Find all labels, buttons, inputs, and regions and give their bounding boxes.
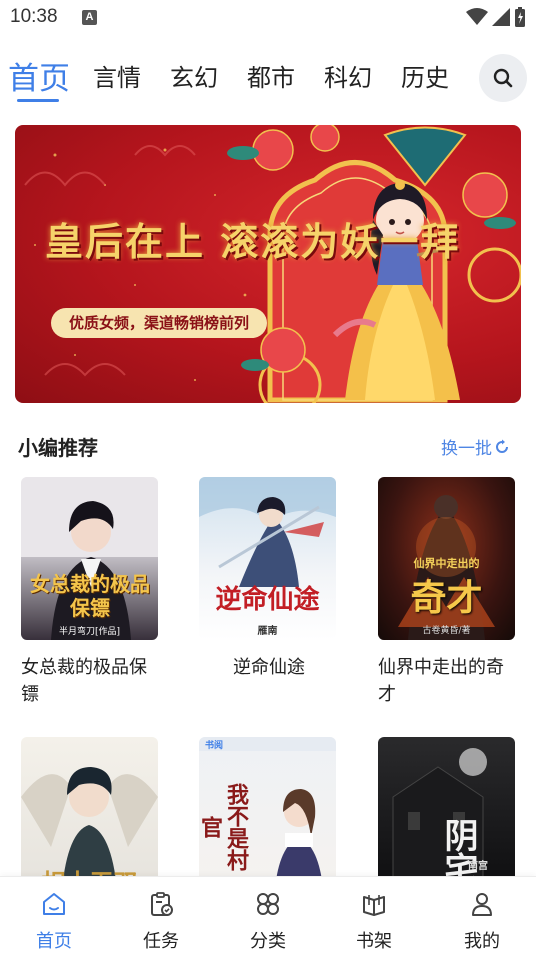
task-clipboard-icon: [151, 892, 173, 916]
status-time: 10:38: [10, 6, 58, 27]
tab-home[interactable]: 首页: [8, 53, 70, 98]
cover-author: 雁南: [257, 626, 278, 637]
cover-author: 古卷黄昏/著: [422, 626, 471, 636]
search-button[interactable]: [479, 54, 527, 102]
book-card[interactable]: 仙界中走出的 奇才 古卷黄昏/著 仙界中走出的奇才: [378, 477, 518, 708]
bookshelf-icon: [363, 895, 385, 916]
banner-subtitle: 优质女频，渠道畅销榜前列: [51, 308, 268, 338]
bottom-navigation: 首页 任务 分类 书架 我的: [0, 876, 536, 954]
book-title: 仙界中走出的奇才: [378, 657, 504, 705]
status-bar: 10:38 A: [0, 0, 536, 36]
book-cover: 逆命仙途 雁南: [199, 477, 336, 640]
home-icon: [43, 893, 65, 915]
status-icons: [466, 6, 526, 28]
active-tab-indicator: [17, 99, 59, 102]
section-title: 小编推荐: [18, 436, 98, 460]
book-cover: 仙界中走出的 奇才 古卷黄昏/著: [378, 477, 515, 640]
profile-icon: [472, 893, 492, 916]
tab-urban[interactable]: 都市: [247, 58, 295, 93]
book-card[interactable]: 逆命仙途 雁南 逆命仙途: [199, 477, 339, 681]
category-tabs: 首页 言情 玄幻 都市 科幻 历史: [0, 50, 536, 110]
category-grid-icon: [257, 893, 279, 915]
cover-title: 奇才: [410, 577, 483, 619]
nav-category[interactable]: 分类: [228, 877, 308, 954]
nav-tasks-label: 任务: [143, 931, 179, 952]
tab-history[interactable]: 历史: [401, 58, 449, 93]
nav-profile[interactable]: 我的: [442, 877, 522, 954]
tab-romance[interactable]: 言情: [93, 58, 141, 93]
cover-title: 我不是村官: [199, 783, 249, 871]
battery-icon: [515, 7, 525, 27]
search-icon: [493, 68, 513, 88]
wifi-icon: [466, 8, 488, 25]
tab-scifi[interactable]: 科幻: [324, 58, 372, 93]
book-title: 逆命仙途: [233, 657, 305, 678]
nav-tasks[interactable]: 任务: [121, 877, 201, 954]
nav-bookshelf[interactable]: 书架: [334, 877, 414, 954]
promo-banner[interactable]: 皇后在上 滚滚为妖一拜 优质女频，渠道畅销榜前列: [15, 125, 521, 403]
cover-title: 女总裁的极品保镖: [30, 572, 150, 620]
book-cover: 女总裁的极品保镖 半月弯刀[作品]: [21, 477, 158, 640]
refresh-button[interactable]: 换一批: [441, 434, 510, 459]
nav-bookshelf-label: 书架: [356, 931, 392, 952]
book-title: 女总裁的极品保镖: [21, 657, 147, 705]
book-card[interactable]: 女总裁的极品保镖 半月弯刀[作品] 女总裁的极品保镖: [21, 477, 161, 708]
cover-title: 逆命仙途: [215, 585, 320, 615]
notification-icon: A: [82, 10, 97, 25]
signal-icon: [492, 8, 510, 26]
nav-category-label: 分类: [250, 931, 286, 952]
nav-home-label: 首页: [36, 931, 72, 952]
nav-profile-label: 我的: [464, 931, 500, 952]
cover-badge: 书阅: [205, 741, 224, 751]
cover-author: 南宫: [468, 861, 488, 872]
refresh-icon: [496, 439, 508, 453]
cover-author: 半月弯刀[作品]: [58, 627, 121, 637]
tab-fantasy[interactable]: 玄幻: [170, 58, 218, 93]
nav-home[interactable]: 首页: [14, 877, 94, 954]
banner-title: 皇后在上 滚滚为妖一拜: [45, 219, 461, 264]
refresh-label: 换一批: [441, 439, 492, 459]
